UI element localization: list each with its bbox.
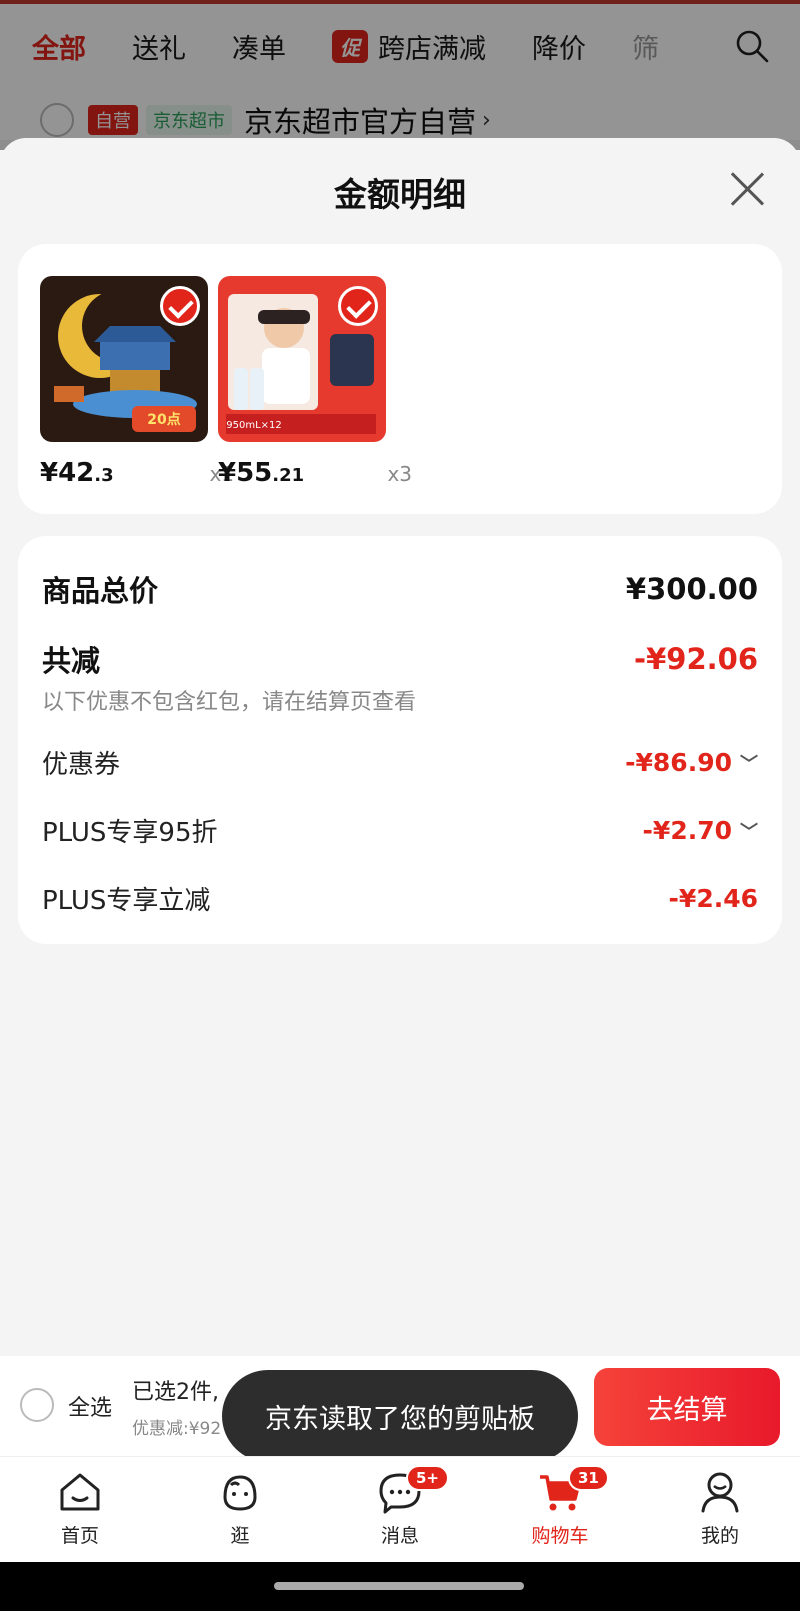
select-all-label[interactable]: 全选 [68, 1390, 112, 1422]
tab-cart[interactable]: 31 购物车 [480, 1457, 640, 1562]
tab-home[interactable]: 首页 [0, 1457, 160, 1562]
discount-note: 以下优惠不包含红包，请在结算页查看 [42, 690, 417, 715]
sheet-title: 金额明细 [334, 175, 466, 214]
plus-discount-row[interactable]: PLUS专享95折 -¥2.70 ﹀ [42, 812, 758, 849]
plus-discount-label: PLUS专享95折 [42, 818, 218, 848]
product-item[interactable]: 950mL×12 ¥55.21 x3 [218, 276, 412, 488]
tab-profile[interactable]: 我的 [640, 1457, 800, 1562]
product-price: ¥42.3 [40, 458, 114, 488]
product-image: 20点 [40, 276, 208, 442]
total-label: 商品总价 [42, 574, 159, 608]
tab-profile-label: 我的 [700, 1525, 739, 1547]
tab-explore-label: 逛 [230, 1525, 250, 1547]
cart-badge: 31 [568, 1465, 609, 1491]
coupon-row[interactable]: 优惠券 -¥86.90 ﹀ [42, 744, 758, 781]
message-badge: 5+ [406, 1465, 450, 1491]
selected-check-icon [160, 286, 200, 326]
bottom-tabbar: 首页 逛 5+ 消息 31 购物车 我的 [0, 1456, 800, 1562]
tab-explore[interactable]: 逛 [160, 1457, 320, 1562]
profile-icon [701, 1472, 739, 1513]
checkout-button[interactable]: 去结算 [594, 1368, 780, 1446]
explore-icon [223, 1475, 257, 1511]
coupon-label: 优惠券 [42, 750, 121, 780]
chevron-down-icon: ﹀ [740, 821, 758, 843]
price-summary-card: 商品总价 ¥300.00 共减 -¥92.06 以下优惠不包含红包，请在结算页查… [18, 536, 782, 944]
selected-check-icon [338, 286, 378, 326]
total-row: 商品总价 ¥300.00 [42, 568, 758, 610]
product-quantity: x3 [387, 462, 412, 486]
tab-home-label: 首页 [60, 1525, 99, 1547]
clipboard-toast: 京东读取了您的剪贴板 [222, 1370, 578, 1462]
tab-cart-label: 购物车 [531, 1525, 589, 1547]
reduce-label: 共减 [42, 644, 101, 678]
product-image: 950mL×12 [218, 276, 386, 442]
selected-count: 已选2件, [132, 1380, 219, 1405]
plus-reduce-row: PLUS专享立减 -¥2.46 [42, 880, 758, 917]
system-nav-bar [0, 1562, 800, 1611]
product-price: ¥55.21 [218, 458, 305, 488]
product-price-row: ¥42.3 x1 [40, 458, 234, 488]
svg-text:20点: 20点 [147, 411, 180, 428]
discount-summary[interactable]: 优惠减:¥92 [132, 1414, 221, 1439]
coupon-value: -¥86.90 ﹀ [625, 748, 758, 777]
plus-discount-value: -¥2.70 ﹀ [642, 816, 758, 845]
tab-message[interactable]: 5+ 消息 [320, 1457, 480, 1562]
plus-reduce-label: PLUS专享立减 [42, 886, 211, 916]
plus-reduce-value: -¥2.46 [668, 884, 758, 913]
reduce-row: 共减 -¥92.06 [42, 638, 758, 680]
amount-detail-sheet: 金额明细 20点 ¥42.3 x1 950mL×12 ¥55.21 x3 商品总… [0, 138, 800, 1358]
select-all-radio[interactable] [20, 1388, 54, 1422]
product-price-row: ¥55.21 x3 [218, 458, 412, 488]
svg-text:950mL×12: 950mL×12 [226, 420, 282, 431]
products-card: 20点 ¥42.3 x1 950mL×12 ¥55.21 x3 [18, 244, 782, 514]
chevron-down-icon: ﹀ [740, 753, 758, 775]
home-icon [60, 1473, 100, 1511]
product-item[interactable]: 20点 ¥42.3 x1 [40, 276, 234, 488]
overlay-dim[interactable] [0, 0, 800, 150]
close-icon[interactable] [728, 170, 766, 208]
tab-message-label: 消息 [380, 1525, 419, 1547]
home-indicator[interactable] [274, 1582, 524, 1590]
total-value: ¥300.00 [625, 572, 758, 606]
reduce-value: -¥92.06 [634, 642, 758, 676]
